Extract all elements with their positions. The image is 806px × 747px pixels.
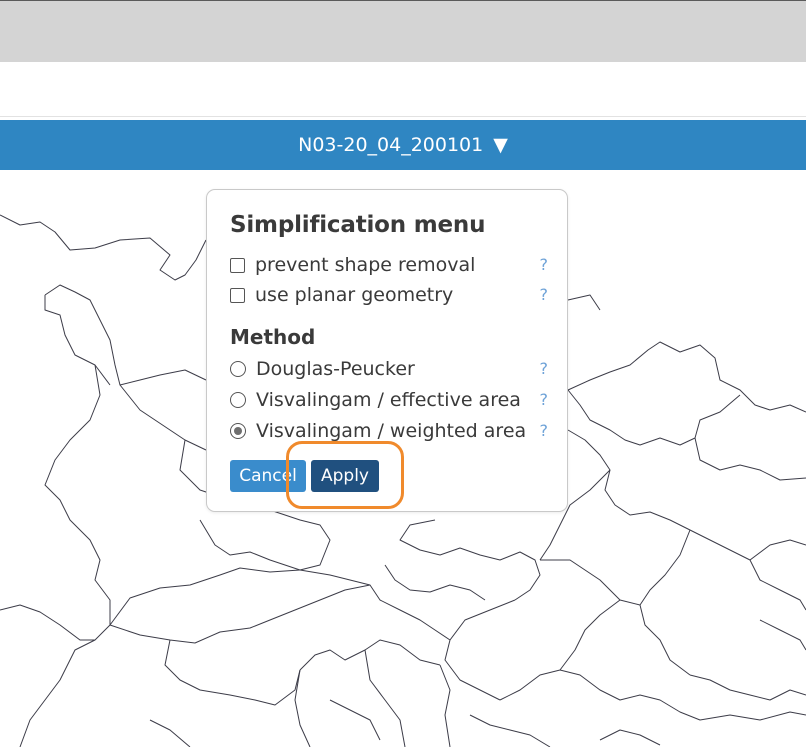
layer-name: N03-20_04_200101 bbox=[298, 134, 484, 156]
prevent-shape-removal-option[interactable]: prevent shape removal ? bbox=[230, 253, 548, 277]
option-label: use planar geometry bbox=[255, 284, 454, 306]
apply-button[interactable]: Apply bbox=[311, 460, 379, 492]
method-label: Visvalingam / weighted area bbox=[256, 420, 527, 442]
help-icon[interactable]: ? bbox=[540, 285, 549, 304]
cancel-button[interactable]: Cancel bbox=[230, 460, 306, 492]
help-icon[interactable]: ? bbox=[540, 421, 549, 440]
visvalingam-effective-radio[interactable] bbox=[230, 392, 246, 408]
help-icon[interactable]: ? bbox=[540, 255, 549, 274]
method-heading: Method bbox=[230, 325, 316, 349]
prevent-shape-removal-checkbox[interactable] bbox=[230, 257, 245, 273]
method-visvalingam-weighted[interactable]: Visvalingam / weighted area ? bbox=[230, 419, 548, 443]
method-label: Visvalingam / effective area bbox=[256, 389, 521, 411]
simplification-dialog: Simplification menu prevent shape remova… bbox=[206, 189, 568, 512]
dialog-title: Simplification menu bbox=[230, 212, 486, 238]
help-icon[interactable]: ? bbox=[540, 359, 549, 378]
use-planar-geometry-checkbox[interactable] bbox=[230, 287, 245, 303]
method-label: Douglas-Peucker bbox=[256, 358, 415, 380]
caret-down-icon: ▼ bbox=[493, 134, 508, 156]
visvalingam-weighted-radio[interactable] bbox=[230, 423, 246, 439]
douglas-peucker-radio[interactable] bbox=[230, 361, 246, 377]
option-label: prevent shape removal bbox=[255, 254, 476, 276]
method-douglas-peucker[interactable]: Douglas-Peucker ? bbox=[230, 357, 548, 381]
browser-chrome-bar bbox=[0, 0, 806, 62]
help-icon[interactable]: ? bbox=[540, 390, 549, 409]
use-planar-geometry-option[interactable]: use planar geometry ? bbox=[230, 283, 548, 307]
toolbar-strip bbox=[0, 62, 806, 117]
layer-selector[interactable]: N03-20_04_200101 ▼ bbox=[0, 120, 806, 170]
method-visvalingam-effective[interactable]: Visvalingam / effective area ? bbox=[230, 388, 548, 412]
